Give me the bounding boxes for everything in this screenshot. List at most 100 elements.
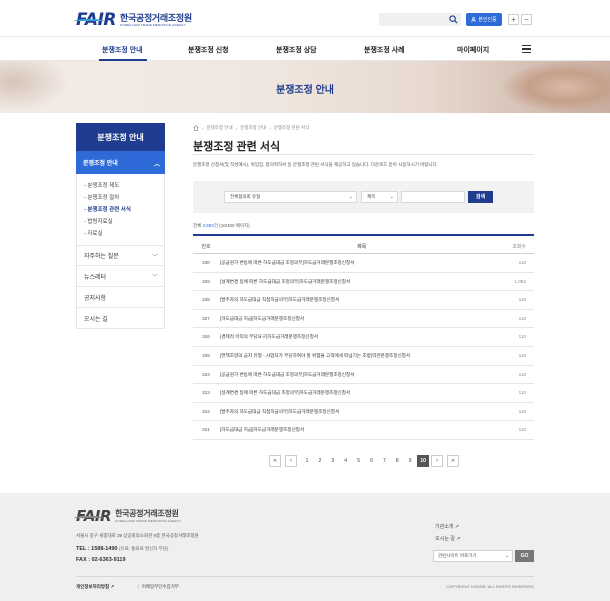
pager-page-10[interactable]: 10	[417, 455, 430, 467]
sidebar-group-guide[interactable]: 분쟁조정 안내 ︿	[76, 151, 165, 174]
row-number: 324	[202, 371, 210, 377]
pager-first-button[interactable]: «	[269, 455, 281, 467]
table-row[interactable]: 325 [면책조항의 금지 유형 - 사업자가 부담하여야 할 위험을 고객에게 …	[193, 347, 534, 366]
table-row[interactable]: 323 [설계변경 등에 따른 하도급대금 조정의무]하도급거래분쟁조정신청서 11…	[193, 384, 534, 403]
row-title-link[interactable]: [공급원가 변동에 따른 하도급대금 조정의무]하도급거래분쟁조정신청서	[220, 260, 354, 266]
sidebar-item-directions[interactable]: 오시는 길	[76, 308, 165, 329]
search-button[interactable]: 검색	[468, 191, 493, 203]
footer-link-privacy[interactable]: 개인정보처리방침 ↗	[76, 584, 114, 590]
search-icon[interactable]	[449, 15, 458, 24]
row-number: 326	[202, 334, 210, 340]
forms-table: 번호 제목 조회수 330 [공급원가 변동에 따른 하도급대금 조정의무]하도급…	[193, 234, 534, 440]
pager-page-2[interactable]: 2	[314, 455, 326, 467]
sidebar-item-archive[interactable]: - 자료실	[77, 228, 164, 240]
table-row[interactable]: 324 [공급원가 변동에 따른 하도급대금 조정의무]하도급거래분쟁조정신청서 1…	[193, 366, 534, 385]
table-row[interactable]: 328 [발주자의 하도급대금 직접지급의무]하도급거래분쟁조정신청서 110	[193, 291, 534, 310]
chevron-down-icon: ﹀	[151, 275, 158, 281]
sidebar-item-notice[interactable]: 공지사항	[76, 287, 165, 308]
sidebar-item-newsletter[interactable]: 뉴스레터 ﹀	[76, 266, 165, 287]
table-row[interactable]: 327 [하도급대금 지급]하도급거래분쟁조정신청서 110	[193, 310, 534, 329]
menu-icon[interactable]	[522, 45, 531, 53]
pager-page-3[interactable]: 3	[327, 455, 339, 467]
table-row[interactable]: 330 [공급원가 변동에 따른 하도급대금 조정의무]하도급거래분쟁조정신청서 1…	[193, 254, 534, 273]
keyword-input[interactable]	[401, 191, 465, 203]
table-header: 번호 제목 조회수	[193, 234, 534, 254]
col-header-no: 번호	[201, 244, 211, 250]
pager-page-4[interactable]: 4	[340, 455, 352, 467]
gnb-item-apply[interactable]: 분쟁조정 신청	[188, 45, 229, 55]
header-search-input[interactable]	[379, 13, 461, 26]
row-title-link[interactable]: [공급원가 변동에 따른 하도급대금 조정의무]하도급거래분쟁조정신청서	[220, 372, 354, 378]
separator-bar: |	[138, 584, 140, 589]
external-link-icon: ↗	[454, 524, 459, 530]
sidebar-item-procedure[interactable]: - 분쟁조정 절차	[77, 192, 164, 204]
footer-link-about[interactable]: 기관소개 ↗	[435, 523, 459, 530]
row-title-link[interactable]: [발주자의 하도급대금 직접지급의무]하도급거래분쟁조정신청서	[220, 297, 339, 303]
pager-page-9[interactable]: 9	[404, 455, 416, 467]
row-number: 328	[202, 297, 210, 303]
field-select[interactable]: 제목 ⌄	[361, 191, 398, 203]
row-number: 323	[202, 390, 210, 396]
pager-last-button[interactable]: »	[447, 455, 459, 467]
row-views: 110	[518, 297, 526, 303]
row-views: 110	[518, 260, 526, 265]
top-header: FAIR 한국공정거래조정원 KOREA FAIR TRADE MEDIATIO…	[0, 0, 610, 36]
sidebar-item-faq[interactable]: 자주하는 질문 ﹀	[76, 245, 165, 266]
breadcrumb-level-1[interactable]: 분쟁조정 안내	[207, 125, 233, 131]
row-views: 110	[518, 371, 526, 377]
related-sites-select[interactable]: 관련사이트 바로가기 ⌄	[433, 550, 513, 562]
gnb-item-consult[interactable]: 분쟁조정 상담	[276, 45, 317, 55]
chevron-down-icon: ⌄	[504, 553, 509, 559]
pager-page-7[interactable]: 7	[378, 455, 390, 467]
pager-page-6[interactable]: 6	[366, 455, 378, 467]
breadcrumb: › 분쟁조정 안내 › 분쟁조정 안내 › 분쟁조정 관련 서식	[193, 125, 309, 131]
pager-prev-button[interactable]: ‹	[285, 455, 297, 467]
gnb-item-mypage[interactable]: 마이페이지	[457, 45, 489, 55]
row-title-link[interactable]: [면책조항의 금지 유형 - 사업자가 부담하여야 할 위험을 고객에게 떠넘기…	[220, 353, 410, 359]
sidebar-item-laws[interactable]: - 법령자료실	[77, 216, 164, 228]
breadcrumb-level-2[interactable]: 분쟁조정 안내	[240, 125, 266, 131]
page-description: 분쟁조정 신청서(및 작성예시), 위임장, 합의취하서 등 분쟁조정 관련 서…	[193, 162, 438, 167]
gnb-item-cases[interactable]: 분쟁조정 사례	[364, 45, 405, 55]
zoom-out-button[interactable]: −	[521, 14, 532, 25]
footer-address: 서울시 중구 세종대로 39 상공회의소회관 9층 한국공정거래조정원	[76, 533, 199, 538]
footer-logo: FAIR 한국공정거래조정원 KOREA FAIR TRADE MEDIATIO…	[74, 507, 182, 525]
page-title: 분쟁조정 관련 서식	[193, 141, 281, 153]
chevron-down-icon: ⌄	[389, 194, 394, 200]
row-views: 110	[518, 334, 526, 340]
sidebar-item-system[interactable]: - 분쟁조정 제도	[77, 180, 164, 192]
row-title-link[interactable]: [설계변경 등에 따른 하도급대금 조정의무]하도급거래분쟁조정신청서	[220, 390, 350, 396]
sidebar-sublist: - 분쟁조정 제도 - 분쟁조정 절차 - 분쟁조정 관련 서식 - 법령자료실…	[76, 174, 165, 245]
sidebar-title: 분쟁조정 안내	[76, 123, 165, 151]
site-logo[interactable]: FAIR 한국공정거래조정원 KOREA FAIR TRADE MEDIATIO…	[74, 10, 192, 30]
logo-korean-name: 한국공정거래조정원	[120, 13, 192, 23]
pager-page-1[interactable]: 1	[301, 455, 313, 467]
row-number: 329	[202, 278, 210, 284]
breadcrumb-current: 분쟁조정 관련 서식	[273, 125, 310, 130]
row-title-link[interactable]: [하도급대금 지급]하도급거래분쟁조정신청서	[220, 427, 304, 433]
table-row[interactable]: 326 [경제적 이익의 부당요구]하도급거래분쟁조정신청서 110	[193, 328, 534, 347]
sidebar-item-forms[interactable]: - 분쟁조정 관련 서식	[77, 204, 164, 216]
pager-next-button[interactable]: ›	[431, 455, 443, 467]
row-title-link[interactable]: [하도급대금 지급]하도급거래분쟁조정신청서	[220, 316, 304, 322]
chevron-up-icon: ︿	[153, 162, 160, 168]
table-row[interactable]: 322 [발주자의 하도급대금 직접지급의무]하도급거래분쟁조정신청서 110	[193, 403, 534, 422]
footer-link-no-email[interactable]: | 이메일무단수집거부	[138, 584, 179, 590]
related-sites-go-button[interactable]: GO	[515, 550, 534, 562]
row-title-link[interactable]: [설계변경 등에 따른 하도급대금 조정의무]하도급거래분쟁조정신청서	[220, 279, 350, 285]
row-views: 110	[518, 352, 526, 358]
gnb-item-guide[interactable]: 분쟁조정 안내	[102, 45, 143, 55]
banner-title: 분쟁조정 안내	[276, 85, 334, 96]
zoom-in-button[interactable]: +	[508, 14, 519, 25]
row-title-link[interactable]: [발주자의 하도급대금 직접지급의무]하도급거래분쟁조정신청서	[220, 409, 339, 415]
footer-link-directions[interactable]: 오시는 길 ↗	[435, 535, 460, 542]
identity-verify-button[interactable]: 본인인증	[466, 13, 502, 26]
row-title-link[interactable]: [경제적 이익의 부당요구]하도급거래분쟁조정신청서	[220, 334, 318, 340]
category-select[interactable]: 전체협의회 유형 ⌄	[224, 191, 357, 203]
footer-fax: FAX : 02-6363-9119	[76, 557, 126, 563]
pager-page-8[interactable]: 8	[391, 455, 403, 467]
pager-page-5[interactable]: 5	[353, 455, 365, 467]
table-row[interactable]: 329 [설계변경 등에 따른 하도급대금 조정의무]하도급거래분쟁조정신청서 1,…	[193, 273, 534, 292]
table-row[interactable]: 321 [하도급대금 지급]하도급거래분쟁조정신청서 110	[193, 421, 534, 440]
home-icon[interactable]	[193, 125, 199, 131]
